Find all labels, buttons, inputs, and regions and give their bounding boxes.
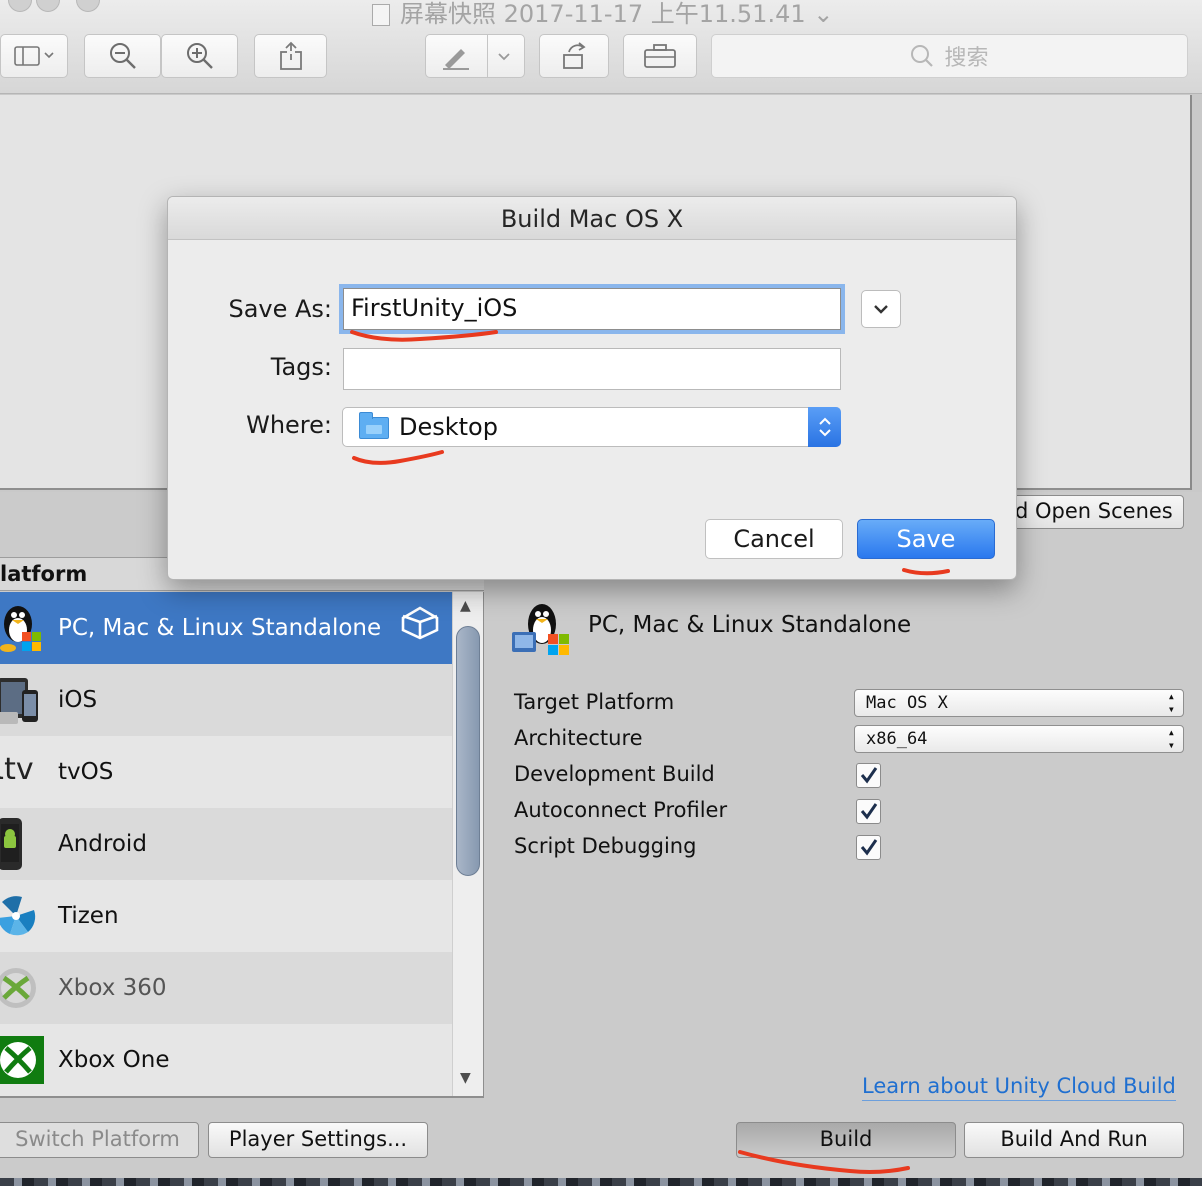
search-field[interactable]: 搜索 <box>711 34 1188 78</box>
platform-list-scrollbar[interactable]: ▲ ▼ <box>452 592 484 1096</box>
tags-field[interactable] <box>343 348 841 390</box>
standalone-detail-icon <box>512 604 569 655</box>
architecture-value: x86_64 <box>866 729 928 749</box>
selected-platform-title: PC, Mac & Linux Standalone <box>588 612 912 638</box>
unity-logo-icon <box>401 606 439 640</box>
sidebar-toggle-button[interactable] <box>0 34 68 78</box>
chevron-down-icon <box>497 53 510 61</box>
desktop-background-strip <box>0 1178 1202 1186</box>
platform-item-standalone[interactable]: PC, Mac & Linux Standalone <box>0 592 452 664</box>
share-icon <box>279 41 302 70</box>
scroll-up-icon[interactable]: ▲ <box>460 598 471 614</box>
platform-label: tvOS <box>58 759 114 785</box>
architecture-select[interactable]: x86_64 ▴ ▾ <box>854 725 1184 753</box>
toolbox-icon <box>644 44 676 68</box>
build-and-run-button[interactable]: Build And Run <box>964 1122 1184 1158</box>
dialog-title: Build Mac OS X <box>168 197 1016 240</box>
checkmark-icon <box>860 767 878 784</box>
zoom-in-button[interactable] <box>161 34 238 78</box>
ios-device-icon <box>0 678 38 724</box>
toolbox-button[interactable] <box>623 34 697 78</box>
platform-label: iOS <box>58 687 98 713</box>
markup-button[interactable] <box>425 34 525 78</box>
canvas-border <box>1190 95 1192 490</box>
development-build-checkbox[interactable] <box>856 763 881 788</box>
platform-label: Xbox One <box>58 1047 170 1073</box>
sidebar-icon <box>14 46 54 66</box>
where-value: Desktop <box>399 413 498 441</box>
cloud-build-link[interactable]: Learn about Unity Cloud Build <box>862 1074 1176 1101</box>
target-platform-value: Mac OS X <box>866 693 948 713</box>
folder-icon <box>359 412 389 439</box>
platform-label: Xbox 360 <box>58 975 167 1001</box>
scroll-thumb[interactable] <box>456 626 480 876</box>
document-icon <box>372 4 390 26</box>
select-arrows-icon: ▴ ▾ <box>1167 725 1175 752</box>
rotate-icon <box>563 42 586 69</box>
zoom-window-button[interactable] <box>76 0 100 12</box>
script-debugging-checkbox[interactable] <box>856 835 881 860</box>
xbox-360-icon <box>0 968 36 1008</box>
checkmark-icon <box>860 839 878 856</box>
standalone-icon <box>0 606 41 652</box>
xbox-one-icon <box>0 1036 44 1084</box>
platform-item-android[interactable]: Android <box>0 808 452 880</box>
share-button[interactable] <box>254 34 327 78</box>
scroll-down-icon[interactable]: ▼ <box>460 1070 471 1086</box>
autoconnect-profiler-checkbox[interactable] <box>856 799 881 824</box>
zoom-in-icon <box>186 43 213 69</box>
zoom-out-button[interactable] <box>84 34 161 78</box>
platform-label: Android <box>58 831 147 857</box>
platform-item-xbox-one[interactable]: Xbox One <box>0 1024 452 1096</box>
platform-item-xbox360[interactable]: Xbox 360 <box>0 952 452 1024</box>
rotate-button[interactable] <box>539 34 609 78</box>
platform-list: PC, Mac & Linux Standalone iOS ɩtv tvOS … <box>0 592 452 1096</box>
search-icon <box>911 45 934 67</box>
where-select[interactable]: Desktop <box>342 407 841 447</box>
target-platform-label: Target Platform <box>514 690 675 714</box>
save-dialog: Build Mac OS X Save As: FirstUnity_iOS T… <box>167 196 1017 580</box>
platform-label: Tizen <box>58 903 119 929</box>
save-button[interactable]: Save <box>857 519 995 559</box>
checkmark-icon <box>860 803 878 820</box>
android-icon <box>0 818 22 870</box>
list-divider <box>0 1096 484 1098</box>
tizen-icon <box>0 896 36 936</box>
platform-label: PC, Mac & Linux Standalone <box>58 615 382 641</box>
script-debugging-label: Script Debugging <box>514 834 697 858</box>
player-settings-button[interactable]: Player Settings... <box>208 1122 428 1158</box>
minimize-window-button[interactable] <box>36 0 60 12</box>
expand-dialog-button[interactable] <box>861 290 901 328</box>
switch-platform-button[interactable]: Switch Platform <box>0 1122 199 1158</box>
development-build-label: Development Build <box>514 762 715 786</box>
target-platform-select[interactable]: Mac OS X ▴ ▾ <box>854 689 1184 717</box>
popup-stepper-icon <box>808 407 841 447</box>
window-title[interactable]: 屏幕快照 2017-11-17 上午11.51.41 ⌄ <box>372 0 833 29</box>
build-button[interactable]: Build <box>736 1122 956 1158</box>
chevron-down-icon <box>874 305 888 314</box>
cancel-button[interactable]: Cancel <box>705 519 843 559</box>
where-label: Where: <box>246 411 332 439</box>
save-as-label: Save As: <box>228 295 332 323</box>
autoconnect-profiler-label: Autoconnect Profiler <box>514 798 728 822</box>
add-open-scenes-button[interactable]: d Open Scenes <box>990 495 1184 529</box>
apple-tv-icon: ɩtv <box>0 752 34 787</box>
save-as-field[interactable]: FirstUnity_iOS <box>343 288 841 330</box>
platform-item-tizen[interactable]: Tizen <box>0 880 452 952</box>
tags-label: Tags: <box>270 353 332 381</box>
search-placeholder: 搜索 <box>944 46 989 71</box>
architecture-label: Architecture <box>514 726 643 750</box>
platform-item-tvos[interactable]: ɩtv tvOS <box>0 736 452 808</box>
pen-icon <box>442 49 469 70</box>
zoom-out-icon <box>109 43 136 69</box>
platform-item-ios[interactable]: iOS <box>0 664 452 736</box>
preview-toolbar: 屏幕快照 2017-11-17 上午11.51.41 ⌄ 搜索 <box>0 0 1202 94</box>
window-title-text: 屏幕快照 2017-11-17 上午11.51.41 <box>400 0 806 28</box>
select-arrows-icon: ▴ ▾ <box>1167 689 1175 716</box>
chevron-down-icon: ⌄ <box>813 0 834 28</box>
close-window-button[interactable] <box>8 0 32 12</box>
